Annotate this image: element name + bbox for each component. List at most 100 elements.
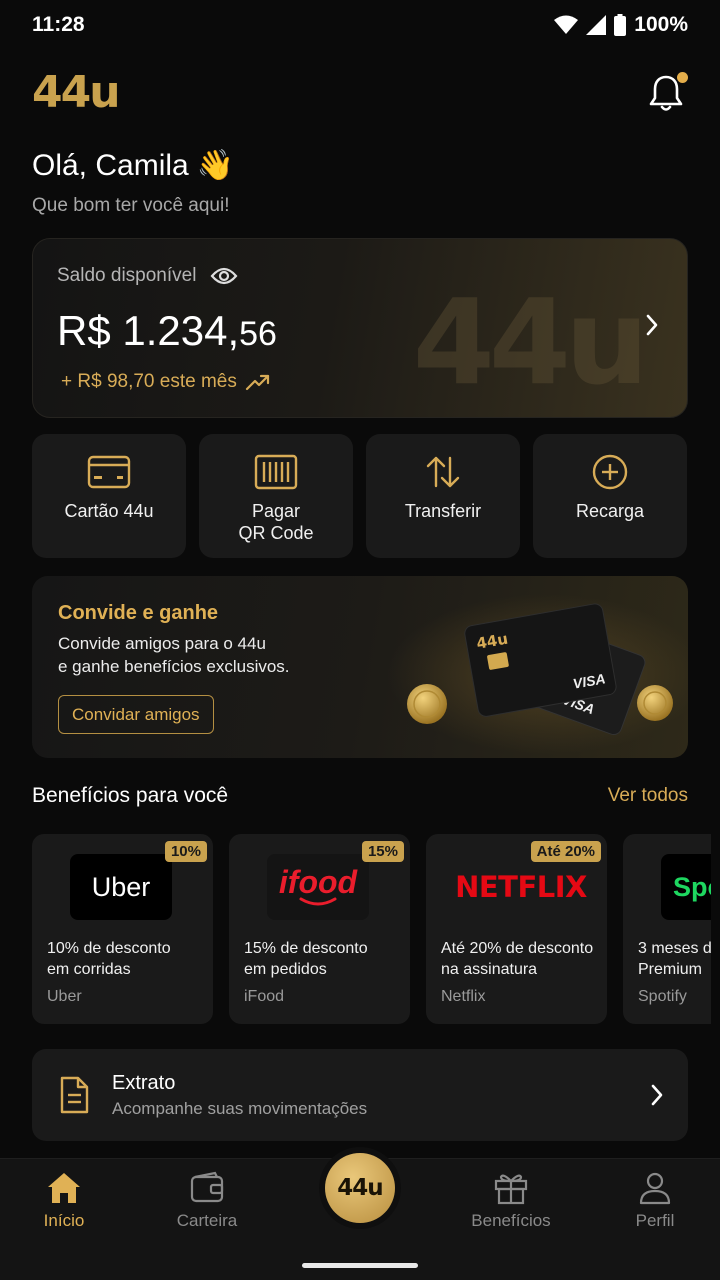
wifi-icon <box>554 15 579 34</box>
ifood-logo: ifood <box>267 854 369 920</box>
chevron-right-icon <box>651 1084 663 1106</box>
tab-beneficios[interactable]: Benefícios <box>456 1171 566 1231</box>
balance-amount: R$ 1.234,56 <box>57 307 277 355</box>
benefits-carousel[interactable]: Uber 10% 10% de desconto em corridas Uber… <box>32 834 711 1024</box>
spotify-logo-text: Spo <box>673 871 711 902</box>
benefit-brand: iFood <box>244 988 285 1005</box>
user-icon <box>639 1172 671 1205</box>
benefit-title: Até 20% de desconto na assinatura <box>441 938 606 980</box>
benefits-section-title: Benefícios para você <box>32 784 229 807</box>
center-home-button[interactable]: 44u <box>325 1153 395 1223</box>
benefit-card-ifood[interactable]: ifood 15% 15% de desconto em pedidos iFoo… <box>229 834 410 1024</box>
balance-monthly-gain: + R$ 98,70 este mês <box>61 371 271 393</box>
statement-subtitle: Acompanhe suas movimentações <box>112 1098 368 1118</box>
app-header: 44u <box>32 62 688 122</box>
benefit-title-line2: em corridas <box>47 961 131 978</box>
tab-inicio-label: Início <box>43 1211 85 1230</box>
statement-title: Extrato <box>112 1071 176 1094</box>
action-transferir-label: Transferir <box>404 501 482 521</box>
referral-title: Convide e ganhe <box>58 602 219 624</box>
notification-dot <box>677 72 688 83</box>
balance-watermark-logo: 44u <box>412 273 649 411</box>
greeting-name: Olá, Camila <box>32 148 189 182</box>
status-icons: 100% <box>554 13 688 37</box>
action-pagar-qr[interactable]: Pagar QR Code <box>199 434 353 558</box>
benefit-title: 10% de desconto em corridas <box>47 938 212 980</box>
ifood-logo-text: ifood <box>278 864 358 900</box>
benefit-title-line2: na assinatura <box>441 961 538 978</box>
ifood-smile-icon <box>299 897 337 906</box>
status-bar: 11:28 100% <box>0 0 720 50</box>
barcode-icon <box>254 454 298 490</box>
benefit-badge: Até 20% <box>530 841 601 862</box>
greeting-title: Olá, Camila 👋 <box>32 148 234 183</box>
benefit-brand: Spotify <box>638 988 687 1005</box>
benefit-title: 15% de desconto em pedidos <box>244 938 409 980</box>
transfer-arrows-icon <box>426 456 460 488</box>
benefit-title-line1: 10% de desconto <box>47 940 171 957</box>
home-indicator[interactable] <box>302 1263 418 1268</box>
battery-icon <box>614 14 627 36</box>
trending-up-icon <box>245 374 269 391</box>
benefit-badge: 10% <box>164 841 207 862</box>
tab-carteira[interactable]: Carteira <box>152 1171 262 1231</box>
balance-amount-main: R$ 1.234, <box>57 307 240 354</box>
action-cartao-label: Cartão 44u <box>64 501 154 521</box>
referral-banner: Convide e ganhe Convide amigos para o 44… <box>32 576 688 758</box>
action-pagar-line1: Pagar <box>251 501 301 521</box>
battery-percent: 100% <box>634 13 688 36</box>
chevron-right-icon[interactable] <box>645 313 659 337</box>
referral-desc-line1: Convide amigos para o 44u <box>58 634 266 653</box>
netflix-logo: NETFLIX <box>455 854 587 920</box>
tab-perfil-label: Perfil <box>635 1211 675 1230</box>
uber-logo-text: Uber <box>91 871 151 902</box>
balance-label-text: Saldo disponível <box>57 265 197 286</box>
action-pagar-qr-label: Pagar QR Code <box>238 500 313 544</box>
gift-icon <box>494 1174 528 1205</box>
balance-gain-text: + R$ 98,70 este mês <box>61 371 237 392</box>
tab-beneficios-label: Benefícios <box>471 1211 551 1230</box>
balance-amount-cents: 56 <box>239 315 277 353</box>
statement-text: Extrato Acompanhe suas movimentações <box>112 1072 650 1119</box>
uber-logo: Uber <box>70 854 172 920</box>
benefit-card-netflix[interactable]: NETFLIX Até 20% Até 20% de desconto na as… <box>426 834 607 1024</box>
benefit-title-line1: Até 20% de desconto <box>441 940 594 957</box>
app-logo: 44u <box>32 66 121 118</box>
netflix-logo-text: NETFLIX <box>455 870 587 904</box>
benefit-title-line2: Premium <box>638 961 703 978</box>
eye-icon[interactable] <box>210 266 238 286</box>
signal-icon <box>586 15 607 35</box>
home-icon <box>48 1173 80 1203</box>
see-all-link[interactable]: Ver todos <box>608 785 688 807</box>
tab-perfil[interactable]: Perfil <box>600 1171 710 1231</box>
benefit-title-line1: 15% de desconto <box>244 940 368 957</box>
statement-card[interactable]: Extrato Acompanhe suas movimentações <box>32 1049 688 1141</box>
benefit-card-spotify[interactable]: Spo 3 meses d Premium Spotify <box>623 834 711 1024</box>
action-cartao[interactable]: Cartão 44u <box>32 434 186 558</box>
tab-inicio[interactable]: Início <box>9 1171 119 1231</box>
bottom-tab-bar: Início Carteira 44u Benefícios Perfil <box>0 1153 720 1280</box>
tab-carteira-label: Carteira <box>176 1211 238 1230</box>
action-recarga-label: Recarga <box>575 501 645 521</box>
action-recarga[interactable]: Recarga <box>533 434 687 558</box>
spotify-logo: Spo <box>661 854 711 920</box>
benefit-badge: 15% <box>361 841 404 862</box>
document-icon <box>60 1076 89 1114</box>
action-transferir[interactable]: Transferir <box>366 434 520 558</box>
referral-description: Convide amigos para o 44u e ganhe benefí… <box>58 632 358 678</box>
action-pagar-line2: QR Code <box>238 523 314 543</box>
cards-illustration: VISA 44uVISA <box>372 594 688 754</box>
greeting-subtitle: Que bom ter você aqui! <box>32 195 230 216</box>
balance-card[interactable]: 44u Saldo disponível R$ 1.234,56 + R$ 98… <box>32 238 688 418</box>
benefit-brand: Uber <box>47 988 82 1005</box>
invite-friends-button[interactable]: Convidar amigos <box>58 695 214 734</box>
plus-circle-icon <box>592 454 628 490</box>
benefit-title-line2: em pedidos <box>244 961 327 978</box>
quick-actions: Cartão 44u Pagar QR Code Transferir Reca… <box>32 434 688 558</box>
wave-emoji: 👋 <box>196 149 235 182</box>
notifications-button[interactable] <box>648 72 688 112</box>
benefit-title-line1: 3 meses d <box>638 940 711 957</box>
greeting: Olá, Camila 👋 Que bom ter você aqui! <box>32 148 234 217</box>
card-icon <box>87 455 131 489</box>
benefit-card-uber[interactable]: Uber 10% 10% de desconto em corridas Uber <box>32 834 213 1024</box>
